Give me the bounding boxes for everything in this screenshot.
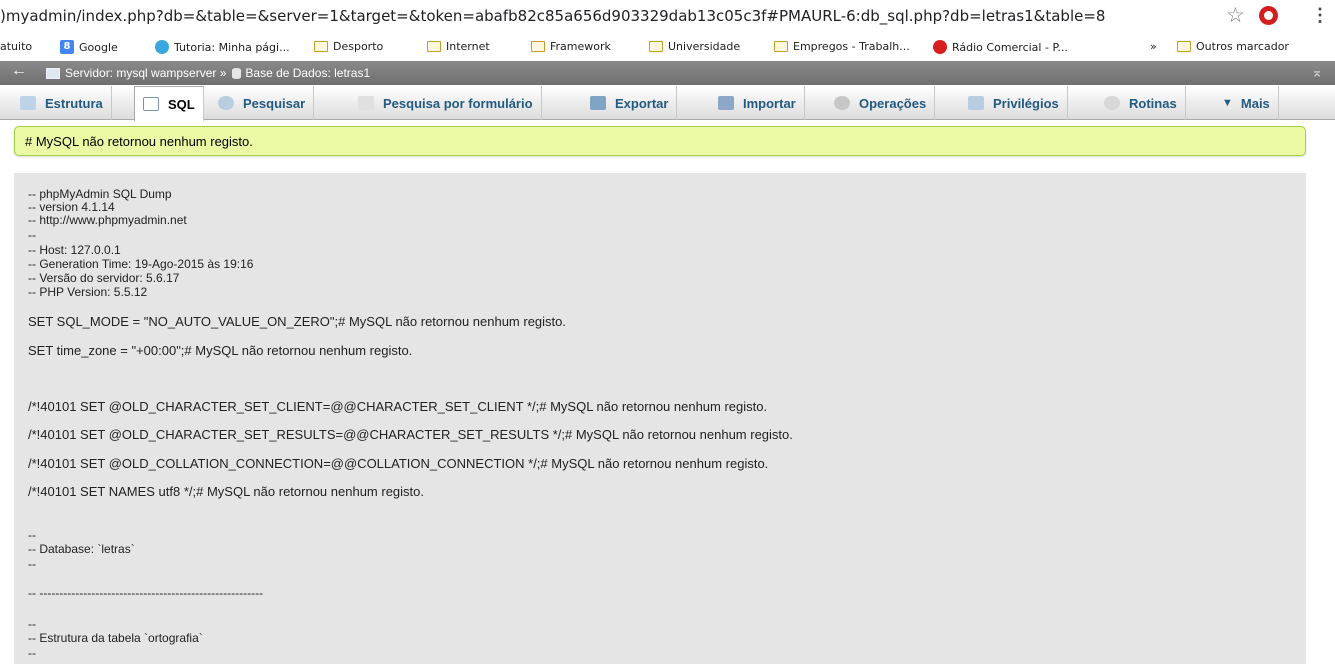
dump-statement: SET SQL_MODE = "NO_AUTO_VALUE_ON_ZERO";#… (28, 314, 567, 329)
dump-comment-line: -- (28, 557, 36, 571)
sql-icon (143, 97, 159, 111)
form-search-icon (358, 96, 374, 110)
success-message: # MySQL não retornou nenhum registo. (14, 126, 1306, 156)
dump-separator: -- -------------------------------------… (28, 586, 264, 600)
tab-estrutura[interactable]: Estrutura (12, 86, 112, 120)
tab-importar[interactable]: Importar (710, 86, 805, 120)
bookmark-google[interactable]: 8 Google (60, 40, 118, 54)
tab-bar: Estrutura SQL Pesquisar Pesquisa por for… (0, 86, 1335, 121)
radio-icon (933, 40, 947, 54)
breadcrumb: ← Servidor: mysql wampserver » Base de D… (0, 61, 1335, 85)
dump-statement: /*!40101 SET @OLD_CHARACTER_SET_CLIENT=@… (28, 399, 768, 414)
tab-operacoes[interactable]: Operações (826, 86, 936, 120)
dump-statement: SET time_zone = "+00:00";# MySQL não ret… (28, 343, 413, 358)
bookmark-item[interactable]: atuito (0, 40, 32, 53)
collapse-icon[interactable]: ⌅ (1311, 64, 1323, 81)
folder-icon (1177, 41, 1191, 52)
dump-comment-line: -- Generation Time: 19-Ago-2015 às 19:16 (28, 257, 254, 271)
dump-comment-line: -- Versão do servidor: 5.6.17 (28, 271, 180, 285)
wrench-icon (834, 96, 850, 110)
tab-exportar[interactable]: Exportar (582, 86, 678, 120)
database-icon (232, 67, 242, 79)
bookmark-outros[interactable]: Outros marcador (1177, 40, 1289, 53)
site-icon (155, 40, 169, 54)
tab-sql[interactable]: SQL (134, 86, 204, 121)
tab-rotinas[interactable]: Rotinas (1096, 86, 1186, 120)
import-icon (718, 96, 734, 110)
back-arrow-icon[interactable]: ← (11, 62, 27, 80)
server-icon (46, 67, 60, 79)
dump-statement: /*!40101 SET NAMES utf8 */;# MySQL não r… (28, 484, 424, 499)
folder-icon (427, 41, 441, 52)
dump-comment-line: -- Host: 127.0.0.1 (28, 243, 121, 257)
tab-pesquisa-formulario[interactable]: Pesquisa por formulário (350, 86, 542, 120)
tab-mais[interactable]: ▼ Mais (1214, 86, 1279, 120)
bookmarks-bar: atuito 8 Google Tutoria: Minha pági... De… (0, 36, 1335, 60)
bookmark-star-icon[interactable]: ☆ (1226, 4, 1245, 28)
folder-icon (314, 41, 328, 52)
privileges-icon (968, 96, 984, 110)
folder-icon (531, 41, 545, 52)
routines-icon (1104, 96, 1120, 110)
extension-icon[interactable] (1259, 6, 1278, 25)
tab-pesquisar[interactable]: Pesquisar (210, 86, 315, 120)
folder-icon (774, 41, 788, 52)
dropdown-arrow-icon: ▼ (1222, 97, 1233, 109)
bookmark-internet[interactable]: Internet (427, 40, 490, 53)
dump-comment-line: -- (28, 617, 36, 631)
dump-comment-line: -- http://www.phpmyadmin.net (28, 213, 187, 227)
dump-comment-line: -- PHP Version: 5.5.12 (28, 285, 148, 299)
bookmark-framework[interactable]: Framework (531, 40, 611, 53)
bookmark-tutoria[interactable]: Tutoria: Minha pági... (155, 40, 290, 54)
sql-dump-panel: -- phpMyAdmin SQL Dump -- version 4.1.14… (14, 173, 1306, 664)
url-field[interactable]: )myadmin/index.php?db=&table=&server=1&t… (0, 7, 1228, 25)
breadcrumb-database[interactable]: Base de Dados: letras1 (245, 66, 370, 80)
folder-icon (649, 41, 663, 52)
bookmarks-overflow-button[interactable]: » (1150, 40, 1157, 53)
bookmark-universidade[interactable]: Universidade (649, 40, 740, 53)
dump-comment-line: -- Database: `letras` (28, 542, 135, 556)
dump-statement: /*!40101 SET @OLD_CHARACTER_SET_RESULTS=… (28, 427, 793, 442)
dump-comment-line: -- Estrutura da tabela `ortografia` (28, 631, 203, 645)
structure-icon (20, 96, 36, 110)
search-icon (218, 96, 234, 110)
dump-comment-line: -- (28, 528, 36, 542)
bookmark-desporto[interactable]: Desporto (314, 40, 383, 53)
browser-address-bar: )myadmin/index.php?db=&table=&server=1&t… (0, 0, 1335, 36)
browser-menu-icon[interactable]: ⋮ (1311, 5, 1329, 26)
bookmark-radio-comercial[interactable]: Rádio Comercial - P... (933, 40, 1068, 54)
dump-comment-line: -- (28, 646, 36, 660)
google-icon: 8 (60, 40, 74, 54)
export-icon (590, 96, 606, 110)
bookmark-empregos[interactable]: Empregos - Trabalh... (774, 40, 910, 53)
dump-comment-line: -- (28, 228, 36, 242)
dump-statement: /*!40101 SET @OLD_COLLATION_CONNECTION=@… (28, 456, 769, 471)
breadcrumb-server[interactable]: Servidor: mysql wampserver » (65, 66, 226, 80)
tab-privilegios[interactable]: Privilégios (960, 86, 1068, 120)
